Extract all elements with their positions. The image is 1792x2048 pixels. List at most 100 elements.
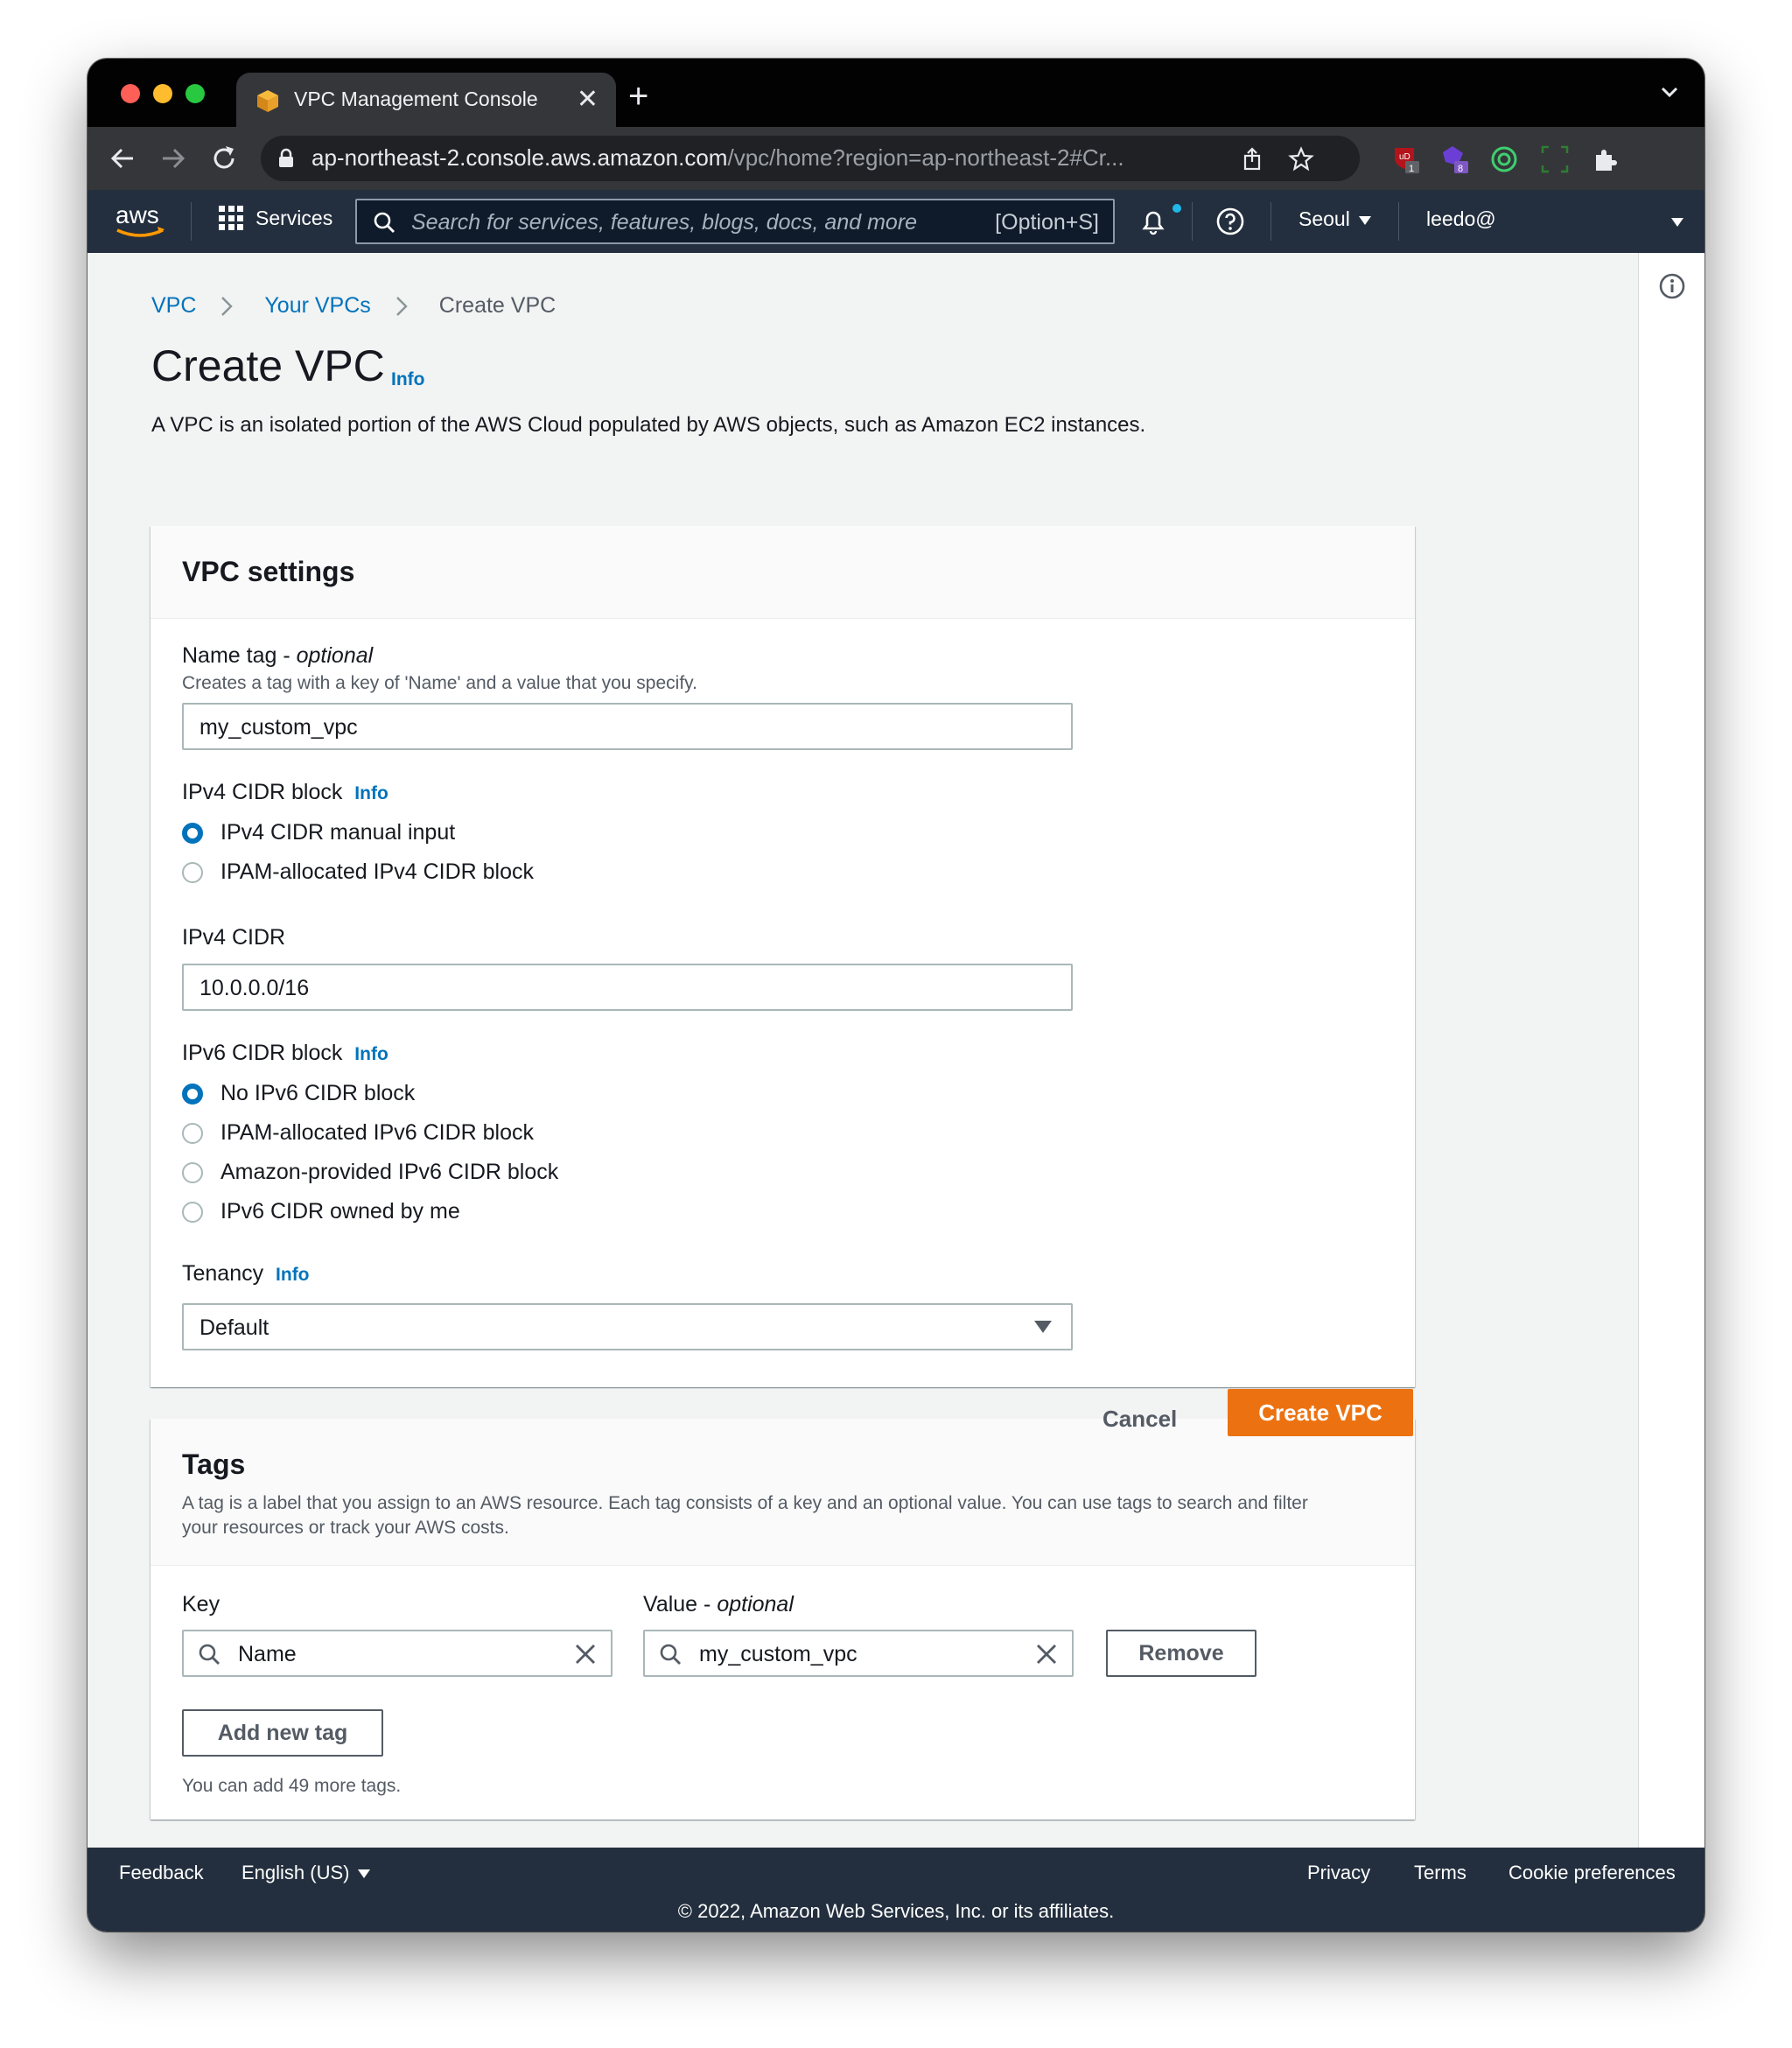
bookmark-star-icon[interactable] [1288,146,1314,172]
add-new-tag-button[interactable]: Add new tag [182,1709,383,1757]
minimize-window-button[interactable] [153,84,172,103]
page-title: Create VPC [151,341,385,390]
nav-divider [191,202,192,241]
vpc-settings-panel: VPC settings Name tag - optional Creates… [150,526,1415,1387]
language-selector[interactable]: English (US) [242,1862,371,1884]
tag-value-input[interactable]: my_custom_vpc [643,1630,1074,1677]
page-info-link[interactable]: Info [391,369,424,390]
screenshot-extension-icon[interactable] [1540,144,1570,174]
breadcrumb-create-vpc: Create VPC [438,293,556,318]
chevron-right-icon [396,296,408,316]
tags-header: Tags A tag is a label that you assign to… [150,1419,1415,1566]
tenancy-value: Default [200,1315,270,1340]
puzzle-extensions-icon[interactable] [1591,144,1620,174]
browser-tab-active[interactable]: VPC Management Console ✕ [236,73,616,127]
close-window-button[interactable] [121,84,140,103]
svg-text:uD: uD [1399,152,1410,162]
radio-ipv4-manual[interactable]: IPv4 CIDR manual input [182,820,455,845]
address-bar[interactable]: ap-northeast-2.console.aws.amazon.com/vp… [261,136,1360,181]
tag-key-input[interactable]: Name [182,1630,612,1677]
help-question-icon[interactable] [1214,206,1246,237]
close-tab-icon[interactable]: ✕ [577,83,598,116]
lock-icon[interactable] [276,148,296,169]
radio-ipv4-ipam[interactable]: IPAM-allocated IPv4 CIDR block [182,859,534,885]
tab-strip: VPC Management Console ✕ + [88,59,1704,127]
radio-unselected-icon[interactable] [182,861,203,883]
forward-arrow-icon[interactable] [156,141,191,176]
ublock-extension-icon[interactable]: uD 1 [1391,144,1421,174]
help-panel-rail [1638,253,1704,1905]
account-menu[interactable]: leedo@ [1426,207,1496,231]
caret-down-icon [358,1869,371,1879]
tenancy-info-link[interactable]: Info [276,1265,309,1285]
back-arrow-icon[interactable] [105,141,140,176]
tag-key-label: Key [182,1592,220,1617]
radio-unselected-icon[interactable] [182,1122,203,1144]
maximize-window-button[interactable] [186,84,205,103]
caret-down-icon [1358,215,1371,225]
create-vpc-button[interactable]: Create VPC [1228,1389,1413,1436]
share-icon[interactable] [1239,146,1265,172]
search-icon [374,212,395,233]
copyright-text: © 2022, Amazon Web Services, Inc. or its… [677,1900,1115,1922]
services-menu-button[interactable]: Services [219,206,332,230]
name-tag-value: my_custom_vpc [200,715,358,740]
remove-tag-button[interactable]: Remove [1106,1630,1256,1677]
tags-description: A tag is a label that you assign to an A… [182,1493,1308,1538]
breadcrumb-vpc[interactable]: VPC [151,293,196,319]
url-text[interactable]: ap-northeast-2.console.aws.amazon.com/vp… [312,144,1124,172]
tenancy-select[interactable]: Default [182,1303,1073,1350]
nav-divider [1398,202,1399,241]
tags-body: Key Value - optional Name my_custom_vpc … [150,1566,1415,1820]
clear-x-icon[interactable] [1035,1643,1058,1666]
notification-dot [1172,204,1181,213]
feedback-link[interactable]: Feedback [119,1862,204,1884]
cookie-preferences-link[interactable]: Cookie preferences [1508,1862,1676,1884]
radio-ipv6-none[interactable]: No IPv6 CIDR block [182,1081,415,1106]
extension-badge: 8 [1458,164,1463,174]
ipv6-info-link[interactable]: Info [354,1044,388,1064]
search-placeholder: Search for services, features, blogs, do… [411,210,918,235]
vpc-settings-body: Name tag - optional Creates a tag with a… [150,619,1415,1387]
radio-selected-icon[interactable] [182,822,203,844]
aws-logo-icon[interactable]: aws [114,199,168,241]
bell-notifications-icon[interactable] [1138,206,1169,237]
tab-search-chevron-icon[interactable] [1656,78,1684,106]
ipv4-cidr-value: 10.0.0.0/16 [200,976,310,1000]
new-tab-icon[interactable]: + [628,73,648,120]
radio-ipv6-amazon[interactable]: Amazon-provided IPv6 CIDR block [182,1160,558,1185]
account-caret-down-icon[interactable] [1671,218,1684,227]
radio-unselected-icon[interactable] [182,1161,203,1183]
ipv4-info-link[interactable]: Info [354,783,388,803]
radio-ipv6-owned[interactable]: IPv6 CIDR owned by me [182,1199,460,1224]
nav-divider [1192,202,1193,241]
vpc-settings-title: VPC settings [182,556,355,587]
purple-extension-icon[interactable]: 8 [1440,144,1470,174]
aws-search-input[interactable]: Search for services, features, blogs, do… [355,199,1115,244]
tags-panel: Tags A tag is a label that you assign to… [150,1419,1415,1820]
terms-link[interactable]: Terms [1414,1862,1466,1884]
clear-x-icon[interactable] [574,1643,597,1666]
name-tag-input[interactable]: my_custom_vpc [182,703,1073,750]
console-footer: Feedback English (US) Privacy Terms Cook… [88,1848,1704,1932]
privacy-link[interactable]: Privacy [1307,1862,1370,1884]
browser-window: VPC Management Console ✕ + ap-northeast-… [88,59,1704,1932]
tab-title: VPC Management Console [294,88,538,110]
radio-unselected-icon[interactable] [182,1201,203,1223]
breadcrumb-your-vpcs[interactable]: Your VPCs [264,293,370,319]
ipv4-cidr-input[interactable]: 10.0.0.0/16 [182,964,1073,1011]
info-circle-icon[interactable] [1658,272,1686,300]
tag-value-value: my_custom_vpc [699,1642,858,1666]
radio-selected-icon[interactable] [182,1083,203,1105]
ipv4-cidr-block-label: IPv4 CIDR block Info [182,780,388,804]
name-tag-description: Creates a tag with a key of 'Name' and a… [182,673,697,693]
reload-icon[interactable] [206,141,242,176]
tenancy-label: Tenancy Info [182,1261,310,1286]
tag-key-value: Name [238,1642,297,1666]
cancel-button[interactable]: Cancel [1102,1406,1177,1433]
chevron-right-icon [221,296,234,316]
radio-ipv6-ipam[interactable]: IPAM-allocated IPv6 CIDR block [182,1120,534,1146]
region-selector[interactable]: Seoul [1298,207,1371,231]
target-extension-icon[interactable] [1489,144,1519,174]
name-tag-label: Name tag - optional [182,643,374,668]
